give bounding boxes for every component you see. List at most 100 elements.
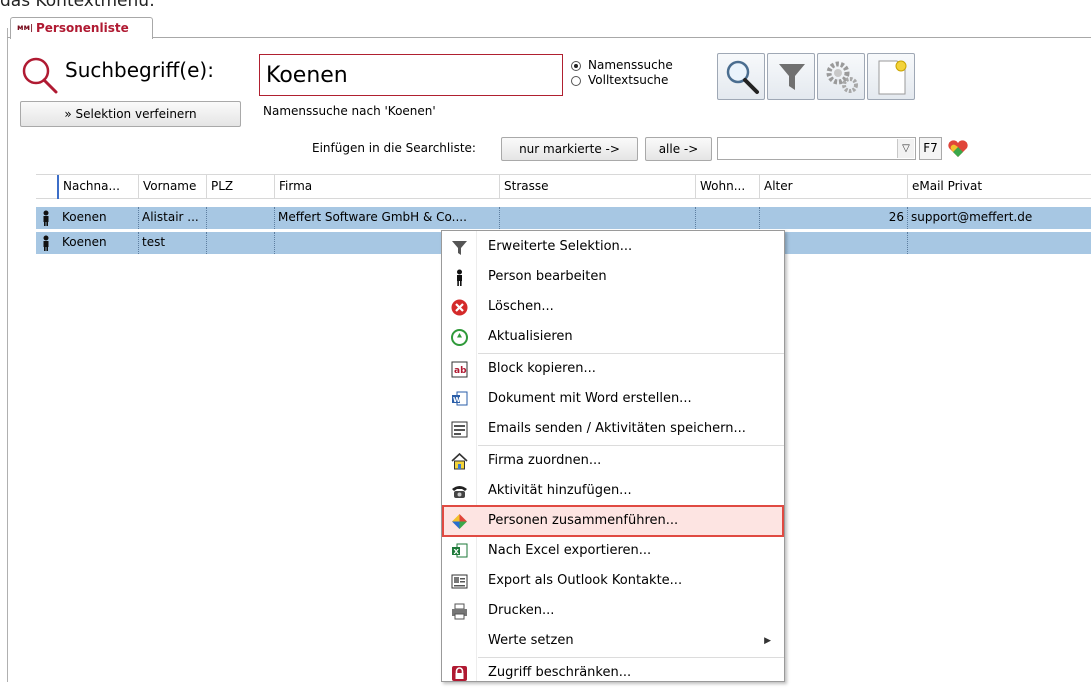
menu-item-label: Aktivität hinzufügen... (488, 483, 632, 498)
insert-all-button[interactable]: alle -> (645, 137, 712, 161)
heart-icon[interactable] (946, 139, 970, 159)
insert-searchlist-label: Einfügen in die Searchliste: (312, 141, 476, 155)
chevron-right-icon: ▶ (764, 636, 771, 646)
searchlist-combo[interactable]: ▽ (717, 137, 916, 160)
radio-label: Volltextsuche (588, 73, 669, 87)
menu-item-emails-senden[interactable]: Emails senden / Aktivitäten speichern... (443, 414, 783, 444)
menu-item-person-bearbeiten[interactable]: Person bearbeiten (443, 262, 783, 292)
radio-button[interactable] (571, 75, 581, 86)
new-document-icon (878, 60, 907, 95)
tab-personenliste[interactable]: ᴍᴍ| Personenliste (10, 17, 153, 39)
svg-text:X: X (454, 548, 460, 556)
menu-item-erweiterte-selektion[interactable]: Erweiterte Selektion... (443, 232, 783, 262)
column-header-alter[interactable]: Alter (760, 175, 908, 199)
menu-item-label: Werte setzen (488, 633, 574, 648)
column-header-email[interactable]: eMail Privat (908, 175, 1091, 199)
cell-plz (207, 232, 275, 254)
column-header-wohnort[interactable]: Wohn... (696, 175, 760, 199)
merge-icon (452, 514, 467, 529)
search-input[interactable] (259, 54, 563, 96)
menu-item-personen-zusammenfuehren[interactable]: Personen zusammenführen... (442, 505, 784, 537)
radio-volltextsuche[interactable]: Volltextsuche (571, 73, 673, 88)
search-button[interactable] (717, 53, 765, 100)
settings-button[interactable] (817, 53, 865, 100)
search-label: Suchbegriff(e): (65, 58, 214, 82)
column-header-nachname[interactable]: Nachna... (59, 175, 139, 199)
radio-button-selected[interactable] (571, 60, 581, 71)
phone-icon (452, 486, 467, 498)
table-row[interactable]: Koenen Alistair ... Meffert Software Gmb… (36, 207, 1091, 229)
menu-item-outlook-kontakte[interactable]: Export als Outlook Kontakte... (443, 566, 783, 596)
cell-firma: Meffert Software GmbH & Co.... (275, 207, 500, 229)
house-icon (451, 453, 468, 470)
cell-email: support@meffert.de (911, 210, 1033, 224)
menu-item-label: Dokument mit Word erstellen... (488, 391, 692, 406)
filter-button[interactable] (767, 53, 815, 100)
menu-item-firma-zuordnen[interactable]: Firma zuordnen... (443, 446, 783, 476)
delete-icon (451, 299, 468, 316)
gears-icon (826, 61, 858, 93)
menu-item-aktivitaet-hinzufuegen[interactable]: Aktivität hinzufügen... (443, 476, 783, 506)
person-icon (43, 235, 49, 251)
menu-item-label: Aktualisieren (488, 329, 573, 344)
menu-item-label: Export als Outlook Kontakte... (488, 573, 683, 588)
insert-marked-button[interactable]: nur markierte -> (501, 137, 638, 161)
f7-button[interactable]: F7 (919, 137, 942, 160)
context-menu: Erweiterte Selektion... Person bearbeite… (441, 230, 785, 682)
lock-icon (452, 666, 467, 681)
menu-item-label: Drucken... (488, 603, 555, 618)
refine-selection-button[interactable]: » Selektion verfeinern (20, 101, 241, 127)
menu-item-loeschen[interactable]: Löschen... (443, 292, 783, 322)
copy-block-icon: ab (451, 361, 468, 378)
search-mode-group: Namenssuche Volltextsuche (571, 58, 673, 88)
magnifier-icon (22, 57, 58, 94)
column-header-strasse[interactable]: Strasse (500, 175, 696, 199)
row-selector-header[interactable] (36, 175, 59, 199)
radio-namenssuche[interactable]: Namenssuche (571, 58, 673, 73)
column-header-plz[interactable]: PLZ (207, 175, 275, 199)
menu-item-label: Nach Excel exportieren... (488, 543, 652, 558)
filter-icon (779, 64, 805, 90)
menu-item-label: Löschen... (488, 299, 554, 314)
cell-vorname: test (139, 232, 207, 254)
person-icon (43, 210, 49, 226)
menu-item-label: Block kopieren... (488, 361, 596, 376)
column-header-firma[interactable]: Firma (275, 175, 500, 199)
cell-email (908, 232, 1091, 254)
menu-item-label: Emails senden / Aktivitäten speichern... (488, 421, 746, 436)
menu-item-werte-setzen[interactable]: Werte setzen ▶ (443, 626, 783, 656)
svg-text:ab: ab (454, 366, 467, 376)
chevron-down-icon[interactable]: ▽ (897, 139, 914, 158)
menu-item-drucken[interactable]: Drucken... (443, 596, 783, 626)
tab-label: Personenliste (36, 21, 129, 35)
search-status-text: Namenssuche nach 'Koenen' (263, 104, 436, 118)
cell-wohnort (696, 207, 760, 229)
panel-border (7, 28, 8, 682)
email-icon (451, 421, 468, 438)
person-list-icon: ᴍᴍ| (17, 23, 33, 32)
menu-item-aktualisieren[interactable]: Aktualisieren (443, 322, 783, 352)
column-header-vorname[interactable]: Vorname (139, 175, 207, 199)
refresh-icon (451, 329, 468, 346)
tab-strip: ᴍᴍ| Personenliste (7, 17, 1091, 39)
radio-label: Namenssuche (588, 58, 673, 72)
menu-item-word-dokument[interactable]: W Dokument mit Word erstellen... (443, 384, 783, 414)
search-icon (726, 60, 759, 94)
cell-nachname: Koenen (59, 232, 139, 254)
svg-text:W: W (453, 396, 461, 404)
menu-item-label: Person bearbeiten (488, 269, 607, 284)
cell-plz (207, 207, 275, 229)
funnel-icon (452, 241, 467, 255)
menu-item-excel-export[interactable]: X Nach Excel exportieren... (443, 536, 783, 566)
menu-item-label: Erweiterte Selektion... (488, 239, 633, 254)
person-icon (457, 269, 462, 286)
word-icon: W (452, 391, 468, 406)
menu-item-zugriff-beschraenken[interactable]: Zugriff beschränken... (443, 658, 783, 688)
cell-vorname: Alistair ... (139, 207, 207, 229)
menu-item-block-kopieren[interactable]: ab Block kopieren... (443, 354, 783, 384)
menu-item-label: Firma zuordnen... (488, 453, 602, 468)
new-button[interactable] (867, 53, 915, 100)
menu-item-label: Personen zusammenführen... (488, 513, 679, 528)
excel-icon: X (452, 543, 468, 558)
cell-nachname: Koenen (59, 207, 139, 229)
